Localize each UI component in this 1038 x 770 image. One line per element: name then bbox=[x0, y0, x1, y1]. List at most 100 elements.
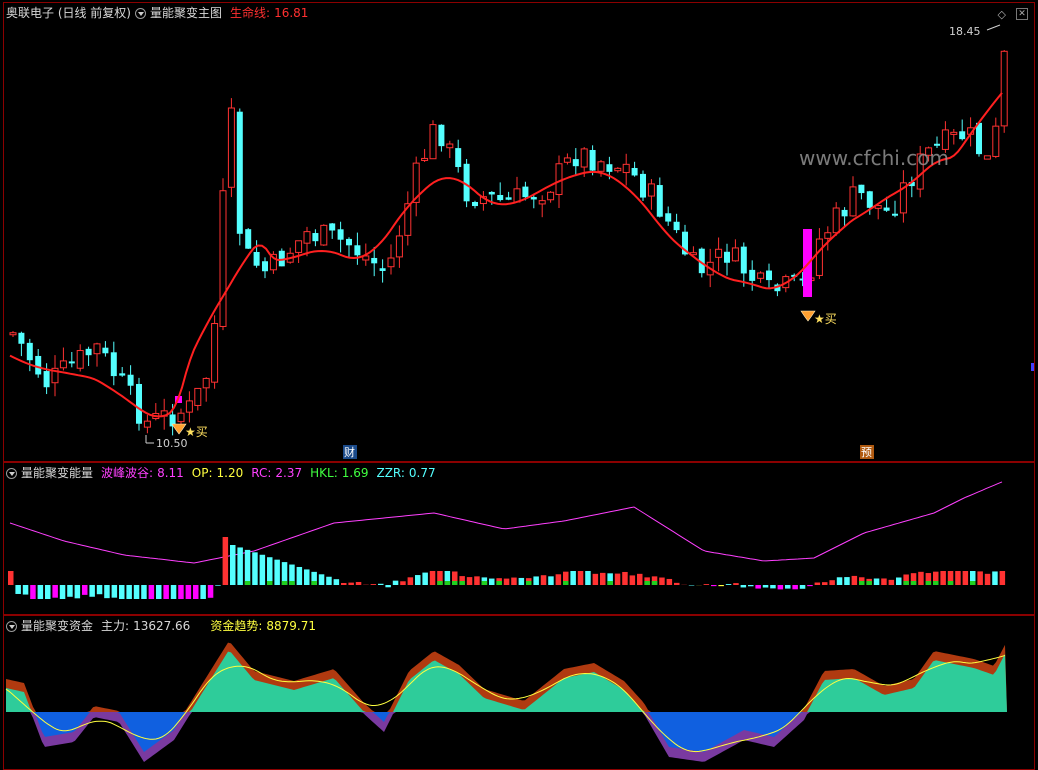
energy-bar bbox=[385, 585, 391, 588]
chevron-down-icon[interactable] bbox=[6, 467, 17, 479]
energy-bar bbox=[259, 554, 266, 585]
chevron-down-icon[interactable] bbox=[6, 620, 17, 632]
energy-bar bbox=[629, 575, 636, 585]
candle bbox=[295, 240, 303, 253]
candle bbox=[136, 383, 142, 424]
energy-bar bbox=[215, 585, 221, 586]
fund-title: 量能聚变资金 bbox=[21, 619, 94, 633]
energy-panel[interactable]: 量能聚变能量 波峰波谷: 8.11 OP: 1.20 RC: 2.37 HKL:… bbox=[3, 462, 1035, 615]
energy-bar-accent bbox=[970, 581, 976, 585]
energy-bar bbox=[252, 552, 258, 585]
energy-bar-accent bbox=[496, 581, 502, 585]
energy-bar bbox=[8, 571, 14, 585]
life-line-label: 生命线: bbox=[230, 6, 271, 20]
main-chart-panel[interactable]: www.cfchi.com 18.45 10.50 ★买 ★买财预 奥联电子 (日线 前… bbox=[3, 2, 1035, 462]
high-label: 18.45 bbox=[949, 25, 981, 38]
candle bbox=[824, 232, 832, 239]
candle bbox=[563, 157, 571, 163]
chevron-down-icon[interactable] bbox=[135, 7, 146, 19]
energy-bar bbox=[52, 585, 58, 598]
candle bbox=[976, 122, 982, 155]
energy-bar bbox=[193, 585, 199, 599]
candle bbox=[337, 229, 344, 240]
energy-chart[interactable] bbox=[4, 463, 1034, 614]
energy-bar bbox=[296, 566, 303, 585]
energy-bar bbox=[770, 585, 776, 589]
energy-bar bbox=[237, 547, 243, 585]
energy-bar bbox=[984, 573, 991, 585]
candle bbox=[446, 143, 454, 149]
scroll-marker[interactable] bbox=[1031, 363, 1034, 371]
energy-bar bbox=[185, 585, 192, 599]
energy-bar bbox=[548, 576, 554, 585]
energy-bar bbox=[348, 582, 354, 585]
energy-bar bbox=[429, 571, 436, 585]
candle bbox=[665, 213, 672, 222]
candle bbox=[379, 268, 386, 271]
energy-bar bbox=[518, 577, 525, 585]
op-label: OP: bbox=[191, 466, 213, 480]
energy-bar bbox=[222, 537, 229, 585]
energy-bar bbox=[200, 585, 206, 599]
candle bbox=[488, 191, 495, 195]
energy-bar bbox=[888, 579, 895, 585]
fund-panel[interactable]: 量能聚变资金 主力: 13627.66 资金趋势: 8879.71 bbox=[3, 615, 1035, 770]
stock-title: 奥联电子 (日线 前复权) bbox=[6, 6, 131, 20]
energy-bar bbox=[274, 559, 280, 585]
diamond-icon[interactable]: ◇ bbox=[998, 8, 1006, 21]
energy-bar-accent bbox=[244, 581, 251, 585]
candle bbox=[93, 343, 101, 355]
candle bbox=[245, 229, 252, 249]
life-line bbox=[9, 92, 1003, 418]
candle bbox=[647, 183, 655, 197]
watermark: www.cfchi.com bbox=[799, 146, 949, 170]
energy-bar bbox=[22, 585, 29, 595]
energy-bar-accent bbox=[281, 581, 288, 585]
candle bbox=[1000, 50, 1008, 127]
candle bbox=[76, 350, 84, 369]
energy-bar bbox=[622, 571, 628, 585]
candle bbox=[538, 200, 546, 205]
candle bbox=[236, 111, 243, 234]
energy-bar-accent bbox=[459, 581, 465, 585]
indicator-name: 量能聚变主图 bbox=[150, 6, 223, 20]
close-icon[interactable]: ✕ bbox=[1016, 8, 1028, 20]
candle bbox=[740, 246, 747, 274]
energy-bar bbox=[407, 577, 414, 585]
candle bbox=[950, 131, 958, 135]
energy-bar-accent bbox=[607, 581, 613, 585]
energy-bar bbox=[370, 584, 377, 585]
candle bbox=[589, 149, 596, 171]
energy-bar-accent bbox=[563, 581, 569, 585]
candle bbox=[631, 167, 638, 176]
energy-bar bbox=[674, 582, 680, 585]
energy-bar bbox=[762, 585, 769, 588]
energy-bar-accent bbox=[933, 581, 939, 585]
energy-bar bbox=[592, 573, 599, 585]
energy-bar bbox=[82, 585, 88, 595]
fund-chart[interactable] bbox=[4, 616, 1034, 769]
energy-bar bbox=[822, 582, 828, 585]
candle bbox=[749, 269, 756, 281]
energy-bar-accent bbox=[651, 581, 658, 585]
candle bbox=[143, 420, 151, 428]
energy-bar bbox=[799, 585, 806, 589]
candle bbox=[883, 207, 890, 211]
candle bbox=[85, 348, 92, 356]
energy-bar-accent bbox=[903, 581, 909, 585]
energy-bar bbox=[511, 577, 517, 585]
wave-value: 8.11 bbox=[157, 466, 184, 480]
candlestick-chart[interactable]: www.cfchi.com18.4510.50★买★买财预 bbox=[4, 3, 1034, 461]
candle bbox=[185, 400, 193, 413]
energy-bar bbox=[37, 585, 44, 599]
candle bbox=[858, 184, 865, 194]
candle bbox=[731, 247, 739, 262]
candle bbox=[211, 323, 219, 383]
energy-bar bbox=[318, 574, 325, 585]
candle bbox=[656, 185, 663, 217]
energy-bar bbox=[718, 585, 724, 587]
candle bbox=[497, 194, 504, 201]
candle bbox=[472, 201, 478, 207]
energy-bar-accent bbox=[526, 581, 532, 585]
energy-bar bbox=[659, 577, 665, 585]
